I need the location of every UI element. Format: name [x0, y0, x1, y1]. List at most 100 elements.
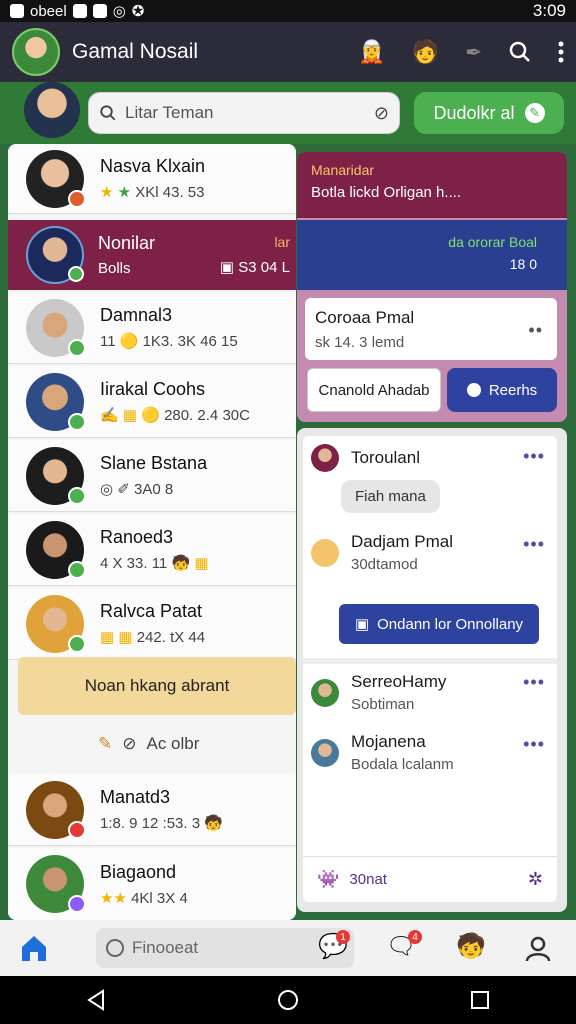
more-icon[interactable]: •••	[523, 534, 545, 555]
message-card-header[interactable]: Manaridar Botla lickd Orligan h....	[297, 152, 567, 218]
chat-subtitle: Bodala lcalanm	[351, 756, 454, 773]
open-chat-button[interactable]: ▣ Ondann lor Onnollany	[339, 604, 539, 644]
avatar	[26, 855, 86, 913]
bottom-search-placeholder: Finooeat	[132, 938, 199, 957]
clock: 3:09	[532, 1, 566, 20]
list-item[interactable]: Ranoed3 4 X 33. 11 🧒 ▦	[8, 514, 296, 586]
notification-badge: 4	[408, 930, 422, 944]
star-icon: ★	[117, 184, 132, 201]
chat-chip[interactable]: Fiah mana	[341, 480, 440, 513]
badge-icon: ◎	[100, 481, 114, 498]
status-left-icons: obeel ◎ ✪	[10, 2, 144, 20]
bottom-search-input[interactable]: Finooeat	[96, 928, 354, 968]
contact-meta: 4 X 33. 11	[100, 555, 168, 572]
contact-name: Damnal3	[100, 305, 173, 325]
notification-icon: ✪	[131, 3, 145, 20]
avatar	[311, 738, 339, 767]
link-icon: ⊘	[122, 734, 137, 753]
character-icon[interactable]: 🧝	[358, 39, 385, 65]
search-icon	[106, 939, 124, 957]
avatar	[311, 678, 339, 707]
list-item[interactable]: Manatd3 1:8. 9 12 :53. 3 🧒	[8, 774, 296, 846]
chat-title: SerreoHamy	[351, 672, 447, 691]
calendar-icon: ▣	[219, 259, 235, 276]
profile-avatar[interactable]	[12, 28, 60, 76]
star-icon: ★	[100, 184, 114, 201]
app-bar: Gamal Nosail 🧝 🧑 ✒	[0, 22, 576, 82]
character-icon: 👾	[317, 869, 340, 889]
status-left-text: obeel	[30, 2, 67, 20]
list-item[interactable]: Nasva Klxain ★ ★ XKl 43. 53	[8, 144, 296, 214]
more-icon[interactable]: •••	[523, 734, 545, 755]
recents-icon[interactable]	[470, 990, 490, 1010]
footer-label: 30nat	[349, 871, 387, 888]
list-item[interactable]: Biagaond ★★ 4Kl 3X 4	[8, 848, 296, 920]
primary-action-label: Dudolkr al	[433, 102, 515, 123]
promo-banner[interactable]: Noan hkang abrant	[18, 657, 296, 715]
chat-item[interactable]: Toroulanl	[311, 444, 420, 472]
contact-meta: 3A0 8	[134, 481, 174, 498]
system-nav-bar	[0, 976, 576, 1024]
star-icon: ★	[113, 889, 127, 907]
pen-icon: ✎	[98, 734, 113, 753]
chat-list: Toroulanl ••• Fiah mana Dadjam Pmal 30dt…	[303, 436, 557, 902]
contact-name: Ralvca Patat	[100, 601, 203, 621]
open-chat-label: Ondann lor Onnollany	[377, 615, 524, 633]
user-avatar[interactable]	[24, 82, 80, 138]
list-item[interactable]: Ralvca Patat ▦ ▦ 242. tX 44	[8, 588, 296, 660]
app-title: Gamal Nosail	[72, 40, 199, 63]
contact-meta: XKl 43. 53	[135, 184, 205, 201]
banner-line-2: 18 0	[509, 256, 537, 272]
avatar	[26, 780, 86, 839]
compose-icon: ✎	[524, 103, 545, 123]
avatar	[26, 520, 86, 579]
group-header[interactable]: Nonilar Bolls lar ▣ S3 04 L	[8, 220, 296, 290]
detail-subtitle: sk 14. 3 lemd	[315, 334, 405, 351]
gift-icon: ▦	[122, 407, 138, 424]
primary-action-button[interactable]: Dudolkr al ✎	[414, 92, 564, 134]
secondary-button[interactable]: Cnanold Ahadab	[307, 368, 441, 412]
chat-item[interactable]: Dadjam Pmal 30dtamod	[311, 532, 453, 573]
detail-title: Coroaa Pmal	[315, 308, 415, 327]
avatar	[311, 538, 339, 567]
contact-meta: 🟡 280. 2.4 30C	[141, 407, 250, 424]
chat-item[interactable]: SerreoHamy Sobtiman	[311, 672, 446, 713]
chat-item[interactable]: Mojanena Bodala lcalanm	[311, 732, 454, 773]
avatar	[311, 444, 339, 472]
message-detail[interactable]: Coroaa Pmal sk 14. 3 lemd ••	[305, 298, 557, 360]
more-icon[interactable]	[558, 41, 564, 63]
list-item[interactable]: Slane Bstana ◎ ✐ 3A0 8	[8, 440, 296, 512]
record-icon	[466, 383, 481, 397]
primary-button[interactable]: Reerhs	[447, 368, 557, 412]
list-item[interactable]: Iirakal Coohs ✍ ▦ 🟡 280. 2.4 30C	[8, 366, 296, 438]
more-icon[interactable]: •••	[523, 672, 545, 693]
sparkle-icon[interactable]: ✲	[528, 869, 543, 890]
small-row-text: Ac olbr	[146, 734, 200, 753]
home-icon[interactable]	[18, 933, 50, 963]
gift-icon: ▦	[194, 555, 209, 572]
character-icon[interactable]: 🧒	[456, 932, 486, 961]
small-row[interactable]: ✎ ⊘ Ac olbr	[8, 719, 296, 769]
notification-icon	[92, 4, 107, 18]
contact-name: Nasva Klxain	[100, 156, 206, 176]
contact-name: Ranoed3	[100, 527, 174, 547]
pen-icon[interactable]: ✒	[465, 40, 482, 65]
chat-subtitle: 30dtamod	[351, 556, 418, 573]
more-icon[interactable]: ••	[528, 320, 543, 341]
compose-icon[interactable]: ⊘	[374, 103, 389, 124]
chat-icon: ▣	[354, 616, 370, 633]
more-icon[interactable]: •••	[523, 446, 545, 467]
secondary-button-label: Cnanold Ahadab	[318, 381, 430, 399]
search-icon[interactable]	[508, 40, 532, 64]
chat-footer[interactable]: 👾 30nat ✲	[303, 856, 557, 902]
back-icon[interactable]	[86, 989, 106, 1011]
contact-meta: 4Kl 3X 4	[131, 889, 188, 907]
profile-icon[interactable]	[524, 934, 552, 962]
search-input[interactable]: Litar Teman ⊘	[88, 92, 400, 134]
message-card-banner[interactable]: da ororar Boal 18 0	[297, 220, 567, 290]
group-right-label: lar	[274, 234, 290, 250]
home-button-icon[interactable]	[277, 989, 299, 1011]
list-item[interactable]: Damnal3 11 🟡 1K3. 3K 46 15	[8, 292, 296, 364]
group-meta: Bolls	[98, 260, 131, 277]
character-icon[interactable]: 🧑	[412, 39, 439, 65]
